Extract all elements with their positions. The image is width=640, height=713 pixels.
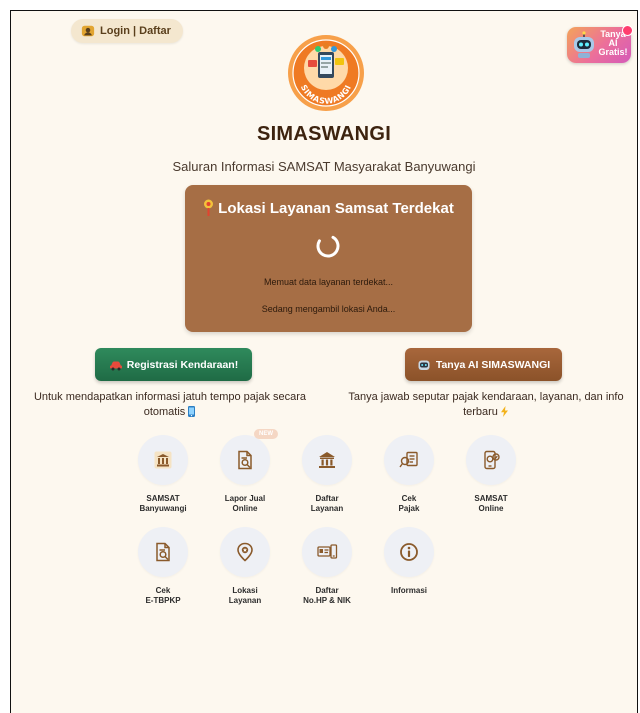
login-register-button[interactable]: Login | Daftar (71, 19, 183, 43)
menu-icon-circle (302, 435, 352, 485)
tax-check-icon (399, 451, 418, 468)
menu-item-label: Cek E-TBPKP (145, 586, 181, 605)
register-vehicle-button[interactable]: Registrasi Kendaraan! (95, 348, 252, 381)
menu-item-cek-e-tbpkp[interactable]: Cek E-TBPKP (120, 527, 206, 605)
fetching-location-text: Sedang mengambil lokasi Anda... (261, 304, 396, 314)
id-card-icon (317, 544, 338, 559)
login-register-label: Login | Daftar (100, 25, 171, 37)
menu-icon-circle (384, 527, 434, 577)
menu-item-samsat-online[interactable]: SAMSAT Online (448, 435, 534, 513)
ask-ai-simaswangi-button[interactable]: Tanya AI SIMASWANGI (405, 348, 562, 381)
user-login-icon (81, 25, 95, 37)
menu-icon-circle (138, 527, 188, 577)
bank-building-icon (319, 452, 335, 468)
loading-services-text: Memuat data layanan terdekat... (263, 277, 394, 287)
menu-item-label: Informasi (390, 586, 427, 595)
ask-ai-free-badge[interactable]: Tanya AI Gratis! (567, 25, 633, 63)
app-screen: Login | Daftar Tanya AI Gratis! SIMASWAN… (10, 10, 638, 713)
info-icon (400, 543, 418, 561)
car-icon (109, 361, 122, 370)
location-card-header: Lokasi Layanan Samsat Terdekat (185, 199, 472, 217)
new-badge: NEW (254, 429, 278, 439)
menu-item-label: Lokasi Layanan (228, 586, 262, 605)
lightning-icon (500, 406, 508, 417)
location-pin-icon (237, 542, 253, 562)
menu-icon-circle (220, 435, 270, 485)
map-pin-icon (204, 199, 214, 216)
robot-face-icon (418, 360, 430, 370)
menu-item-lapor-jual-online[interactable]: NEW Lapor Jual Online (202, 429, 288, 513)
menu-item-samsat-banyuwangi[interactable]: SAMSAT Banyuwangi (120, 435, 206, 513)
notification-dot (622, 25, 633, 36)
menu-item-label: SAMSAT Banyuwangi (139, 494, 187, 513)
register-vehicle-description: Untuk mendapatkan informasi jatuh tempo … (33, 391, 307, 418)
register-vehicle-label: Registrasi Kendaraan! (126, 358, 239, 371)
menu-icon-circle (384, 435, 434, 485)
menu-icon-circle (466, 435, 516, 485)
menu-item-label: Cek Pajak (398, 494, 420, 513)
mobile-phone-icon (188, 406, 196, 417)
simaswangi-logo: SIMASWANGI (288, 35, 364, 111)
nearest-samsat-location-card: Lokasi Layanan Samsat Terdekat Memuat da… (185, 185, 472, 332)
page-title: SIMASWANGI (256, 123, 392, 145)
ask-ai-label: Tanya AI SIMASWANGI (435, 358, 551, 371)
menu-item-informasi[interactable]: Informasi (366, 527, 452, 596)
page-subtitle: Saluran Informasi SAMSAT Masyarakat Bany… (172, 159, 476, 174)
menu-item-label: Daftar Layanan (310, 494, 344, 513)
menu-item-label: Daftar No.HP & NIK (303, 586, 351, 605)
menu-item-cek-pajak[interactable]: Cek Pajak (366, 435, 452, 513)
ask-ai-description: Tanya jawab seputar pajak kendaraan, lay… (348, 391, 624, 418)
menu-item-lokasi-layanan[interactable]: Lokasi Layanan (202, 527, 288, 605)
menu-item-label: Lapor Jual Online (224, 494, 266, 513)
document-search-icon (238, 450, 252, 470)
robot-icon (574, 31, 594, 58)
menu-icon-circle (138, 435, 188, 485)
menu-icon-circle (302, 527, 352, 577)
loading-spinner-icon (316, 234, 340, 258)
samsat-logo-icon (154, 451, 172, 469)
mobile-payment-icon (484, 450, 500, 470)
menu-item-daftar-layanan[interactable]: Daftar Layanan (284, 435, 370, 513)
location-card-title: Lokasi Layanan Samsat Terdekat (218, 199, 454, 217)
menu-item-label: SAMSAT Online (474, 494, 508, 513)
menu-item-daftar-nohp-nik[interactable]: Daftar No.HP & NIK (284, 527, 370, 605)
menu-icon-circle (220, 527, 270, 577)
document-search-icon (156, 542, 170, 562)
